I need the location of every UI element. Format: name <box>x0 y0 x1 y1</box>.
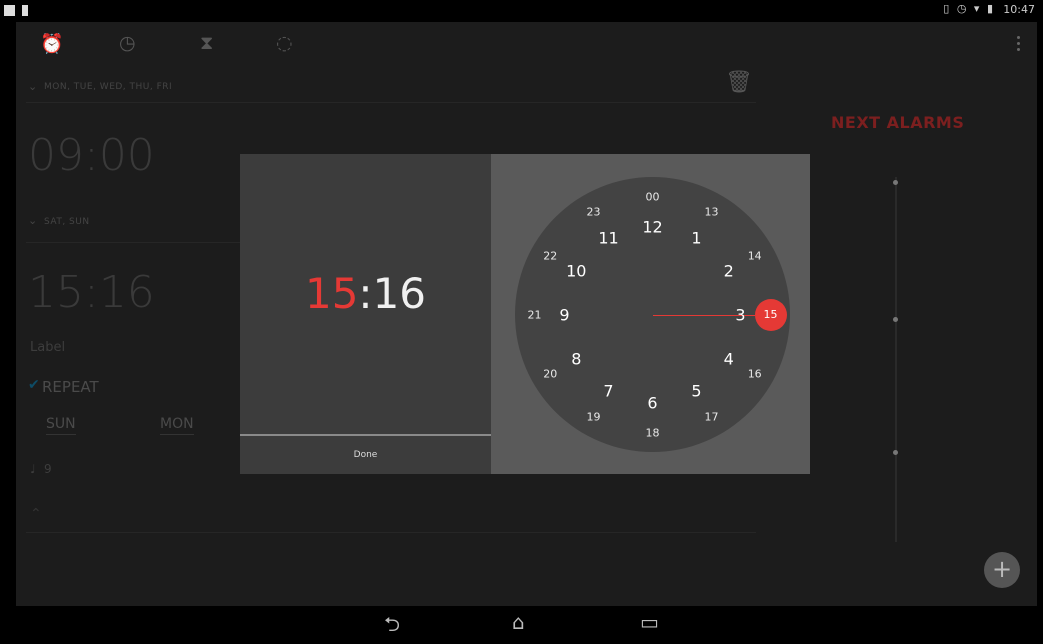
back-icon[interactable]: ⮌ <box>384 610 400 644</box>
alarm1-days: MON, TUE, WED, THU, FRI <box>44 82 173 92</box>
dial-hour-3[interactable]: 3 <box>735 305 745 324</box>
next-alarms-heading: NEXT ALARMS <box>831 113 965 132</box>
world-clock-icon[interactable]: ◷ <box>119 32 136 54</box>
clock-dial[interactable]: 15 12 1 2 3 4 5 6 7 8 9 10 11 00 13 14 16 17 18 19 20 21 22 23 <box>515 177 790 452</box>
home-icon[interactable]: ⌂ <box>512 610 525 634</box>
alarm-clock-icon[interactable]: ⏰ <box>40 32 64 55</box>
add-alarm-button[interactable]: + <box>984 552 1020 588</box>
divider <box>26 102 756 103</box>
day-toggle-mon[interactable]: MON <box>160 416 194 435</box>
chevron-down-icon[interactable]: ⌄ <box>28 80 37 93</box>
system-icons: ▯ ◷ ▾ ▮ <box>943 2 995 15</box>
dial-hour-6[interactable]: 6 <box>647 393 657 412</box>
clock-dial-panel: 15 12 1 2 3 4 5 6 7 8 9 10 11 00 13 14 16 17 18 19 20 21 22 23 <box>491 154 810 474</box>
timeline-dot <box>893 180 898 185</box>
dial-hour-5[interactable]: 5 <box>691 381 701 400</box>
status-time: 10:47 <box>1003 3 1035 16</box>
dial-hour-11[interactable]: 11 <box>598 229 618 248</box>
dial-hour-21[interactable]: 21 <box>528 308 542 321</box>
hour-field[interactable]: 15 <box>305 269 358 318</box>
dial-hour-14[interactable]: 14 <box>748 249 762 262</box>
selected-hour-knob[interactable]: 15 <box>754 298 787 331</box>
dial-hour-23[interactable]: 23 <box>587 206 601 219</box>
dial-hour-17[interactable]: 17 <box>705 410 719 423</box>
alarm2-days: SAT, SUN <box>44 217 90 227</box>
label-field[interactable]: Label <box>30 340 65 355</box>
divider <box>240 434 491 436</box>
recent-apps-icon[interactable]: ▭ <box>640 610 659 634</box>
notification-icon <box>4 5 15 16</box>
dial-hour-20[interactable]: 20 <box>543 367 557 380</box>
timer-hourglass-icon[interactable]: ⧗ <box>200 32 213 54</box>
time-picker-dialog: 15:16 Done 15 12 1 2 3 4 5 6 7 8 9 10 11 00 13 14 16 17 1… <box>240 154 810 474</box>
selected-hour-value: 15 <box>763 307 778 321</box>
dial-hour-13[interactable]: 13 <box>705 206 719 219</box>
dial-hour-22[interactable]: 22 <box>543 249 557 262</box>
chevron-down-icon[interactable]: ⌄ <box>28 214 37 227</box>
day-toggle-sun[interactable]: SUN <box>46 416 76 435</box>
overflow-menu-icon[interactable] <box>1017 36 1021 54</box>
timeline-dot <box>893 450 898 455</box>
dial-hour-10[interactable]: 10 <box>566 261 586 280</box>
ringtone-name[interactable]: 9 <box>44 462 52 476</box>
time-display-panel: 15:16 Done <box>240 154 491 474</box>
music-note-icon: ♩ <box>30 462 36 476</box>
dial-hour-18[interactable]: 18 <box>646 426 660 439</box>
status-bar: ▯ ◷ ▾ ▮ 10:47 <box>0 0 1043 22</box>
repeat-checkbox-icon[interactable]: ✔ <box>28 377 40 393</box>
done-button[interactable]: Done <box>240 437 491 474</box>
timeline-dot <box>893 317 898 322</box>
dial-hour-1[interactable]: 1 <box>691 229 701 248</box>
dial-hour-9[interactable]: 9 <box>559 305 569 324</box>
dial-hour-00[interactable]: 00 <box>646 190 660 203</box>
dial-hour-16[interactable]: 16 <box>748 367 762 380</box>
dial-hour-2[interactable]: 2 <box>724 261 734 280</box>
divider <box>26 532 756 533</box>
minute-field[interactable]: 16 <box>373 269 426 318</box>
repeat-label[interactable]: REPEAT <box>42 378 99 396</box>
trash-icon[interactable]: 🗑 <box>725 70 753 95</box>
time-separator: : <box>358 269 373 318</box>
stopwatch-icon[interactable]: ◌ <box>276 32 293 54</box>
alarm2-time[interactable]: 15:16 <box>28 267 155 318</box>
alarm1-time[interactable]: 09:00 <box>28 130 155 181</box>
dial-hour-12[interactable]: 12 <box>642 217 662 236</box>
next-alarms-timeline <box>893 177 898 542</box>
dial-hour-8[interactable]: 8 <box>571 349 581 368</box>
selected-time: 15:16 <box>240 269 491 318</box>
dial-hour-19[interactable]: 19 <box>587 410 601 423</box>
dial-hour-4[interactable]: 4 <box>724 349 734 368</box>
notification-icon <box>22 5 28 16</box>
chevron-up-icon[interactable]: ⌃ <box>30 506 42 522</box>
navigation-bar: ⮌ ⌂ ▭ <box>0 606 1043 638</box>
divider <box>26 242 256 243</box>
dial-hour-7[interactable]: 7 <box>603 381 613 400</box>
